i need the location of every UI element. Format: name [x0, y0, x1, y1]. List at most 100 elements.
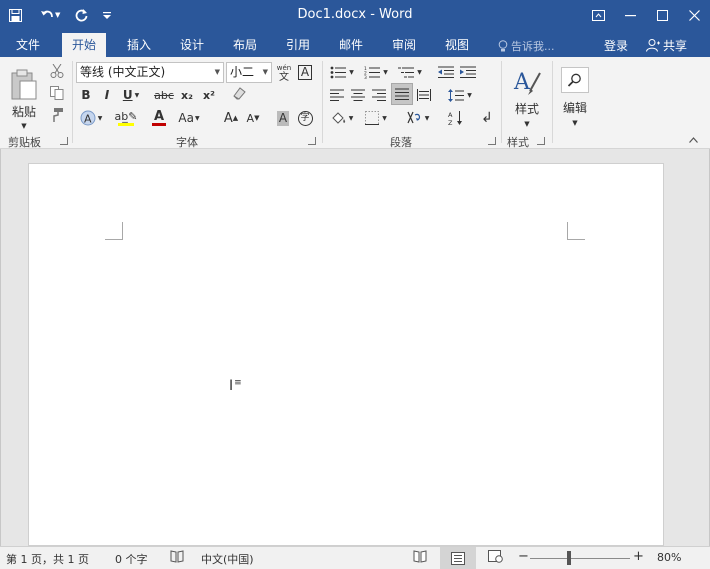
editing-button[interactable]: 编辑 ▼ — [557, 61, 593, 133]
line-spacing-icon — [448, 88, 465, 102]
read-mode-button[interactable] — [413, 550, 427, 566]
distributed-button[interactable] — [414, 85, 434, 105]
paragraph-group-label: 段落 — [390, 136, 412, 149]
maximize-button[interactable] — [646, 0, 678, 30]
paste-button[interactable]: 粘贴 ▼ — [6, 63, 42, 135]
enclose-characters-button[interactable]: 字 — [296, 107, 314, 129]
tab-insert[interactable]: 插入 — [117, 33, 161, 57]
chevron-down-icon: ▼ — [262, 68, 268, 76]
shrink-font-button[interactable]: A ▼ — [244, 107, 262, 129]
clipboard-launcher-button[interactable] — [60, 137, 68, 145]
tab-review[interactable]: 审阅 — [382, 33, 426, 57]
justify-button[interactable] — [391, 83, 413, 105]
borders-button[interactable]: ▼ — [361, 107, 391, 129]
italic-button[interactable]: I — [98, 85, 116, 105]
styles-button[interactable]: A 样式 ▼ — [507, 61, 547, 133]
undo-dropdown-icon[interactable]: ▼ — [55, 11, 60, 19]
chevron-down-icon: ▼ — [524, 119, 530, 128]
strikethrough-button[interactable]: abc — [153, 85, 175, 105]
paragraph-launcher-button[interactable] — [488, 137, 496, 145]
word-count[interactable]: 0 个字 — [115, 551, 148, 567]
document-canvas[interactable]: I≡ — [0, 149, 710, 546]
sort-button[interactable]: AZ — [446, 107, 466, 129]
text-effects-button[interactable]: A ▼ — [77, 107, 105, 129]
language[interactable]: 中文(中国) — [201, 551, 254, 567]
superscript-button[interactable]: x² — [200, 85, 218, 105]
pilcrow-icon: ↲ — [481, 110, 493, 126]
line-spacing-button[interactable]: ▼ — [445, 85, 475, 105]
svg-text:A: A — [513, 70, 531, 95]
tab-file[interactable]: 文件 — [6, 33, 50, 57]
chinese-layout-button[interactable]: ▼ — [402, 107, 432, 129]
page-count[interactable]: 第 1 页，共 1 页 — [6, 551, 89, 567]
font-name-combo[interactable]: 等线 (中文正文) ▼ — [76, 62, 224, 83]
zoom-in-button[interactable]: + — [633, 549, 644, 564]
share-button[interactable]: 共享 — [646, 37, 687, 54]
clear-formatting-button[interactable] — [230, 83, 248, 103]
zoom-level[interactable]: 80% — [657, 551, 681, 564]
tab-layout[interactable]: 布局 — [223, 33, 267, 57]
subscript-button[interactable]: x₂ — [178, 85, 196, 105]
grow-font-button[interactable]: A ▲ — [222, 107, 240, 129]
shrink-font-icon: A — [246, 111, 255, 125]
styles-launcher-button[interactable] — [537, 137, 545, 145]
multilevel-list-button[interactable]: ▼ — [395, 62, 425, 82]
ribbon-display-options-button[interactable] — [582, 0, 614, 30]
tab-home[interactable]: 开始 — [62, 33, 107, 57]
save-button[interactable] — [6, 5, 24, 25]
web-layout-button[interactable] — [488, 550, 503, 566]
zoom-slider-thumb[interactable] — [566, 551, 571, 565]
copy-button[interactable] — [47, 84, 67, 102]
print-layout-button[interactable] — [440, 547, 476, 569]
increase-indent-button[interactable] — [458, 62, 478, 82]
bullets-button[interactable]: ▼ — [327, 62, 357, 82]
group-separator — [72, 61, 73, 143]
tab-design[interactable]: 设计 — [170, 33, 214, 57]
tab-mailings[interactable]: 邮件 — [329, 33, 373, 57]
underline-button[interactable]: U ▼ — [120, 85, 142, 105]
collapse-ribbon-button[interactable] — [686, 134, 700, 146]
font-size-combo[interactable]: 小二 ▼ — [226, 62, 272, 83]
align-left-icon — [330, 89, 344, 101]
grow-font-icon: A — [223, 110, 233, 126]
vertical-scrollbar[interactable] — [697, 149, 709, 546]
format-painter-button[interactable] — [47, 106, 67, 124]
paintbrush-icon — [53, 108, 63, 122]
show-hide-marks-button[interactable]: ↲ — [477, 107, 497, 129]
clipboard-icon — [11, 69, 37, 99]
zoom-slider[interactable] — [530, 558, 630, 559]
login-button[interactable]: 登录 — [604, 37, 628, 54]
phonetic-guide-button[interactable]: wén 文 — [275, 62, 293, 83]
decrease-indent-button[interactable] — [436, 62, 456, 82]
character-shading-button[interactable]: A — [274, 107, 292, 129]
font-launcher-button[interactable] — [308, 137, 316, 145]
character-border-button[interactable]: A — [296, 62, 314, 83]
zoom-out-button[interactable]: − — [518, 549, 529, 564]
close-button[interactable] — [678, 0, 710, 30]
numbering-button[interactable]: 123 ▼ — [361, 62, 391, 82]
proofing-button[interactable] — [170, 550, 184, 566]
undo-button[interactable]: ▼ — [40, 5, 60, 25]
svg-text:3: 3 — [364, 75, 367, 79]
tab-references[interactable]: 引用 — [276, 33, 320, 57]
minimize-button[interactable] — [614, 0, 646, 30]
share-label: 共享 — [663, 39, 688, 53]
align-left-button[interactable] — [327, 85, 347, 105]
change-case-button[interactable]: Aa ▼ — [176, 107, 202, 129]
tell-me-box[interactable]: 告诉我... — [498, 38, 555, 54]
shading-button[interactable]: ▼ — [327, 107, 357, 129]
customize-qat-button[interactable] — [98, 5, 116, 25]
underline-dropdown-icon[interactable]: ▼ — [135, 92, 140, 99]
font-color-button[interactable]: A — [146, 107, 172, 129]
document-page[interactable]: I≡ — [28, 163, 664, 546]
bold-button[interactable]: B — [77, 85, 95, 105]
lightbulb-icon — [498, 39, 508, 51]
cut-button[interactable] — [47, 62, 67, 80]
align-right-button[interactable] — [369, 85, 389, 105]
copy-icon — [50, 86, 64, 100]
redo-button[interactable] — [72, 5, 90, 25]
align-center-button[interactable] — [348, 85, 368, 105]
paste-label: 粘贴 — [11, 104, 36, 119]
highlight-button[interactable]: ab̲✎ — [110, 107, 142, 129]
tab-view[interactable]: 视图 — [435, 33, 479, 57]
